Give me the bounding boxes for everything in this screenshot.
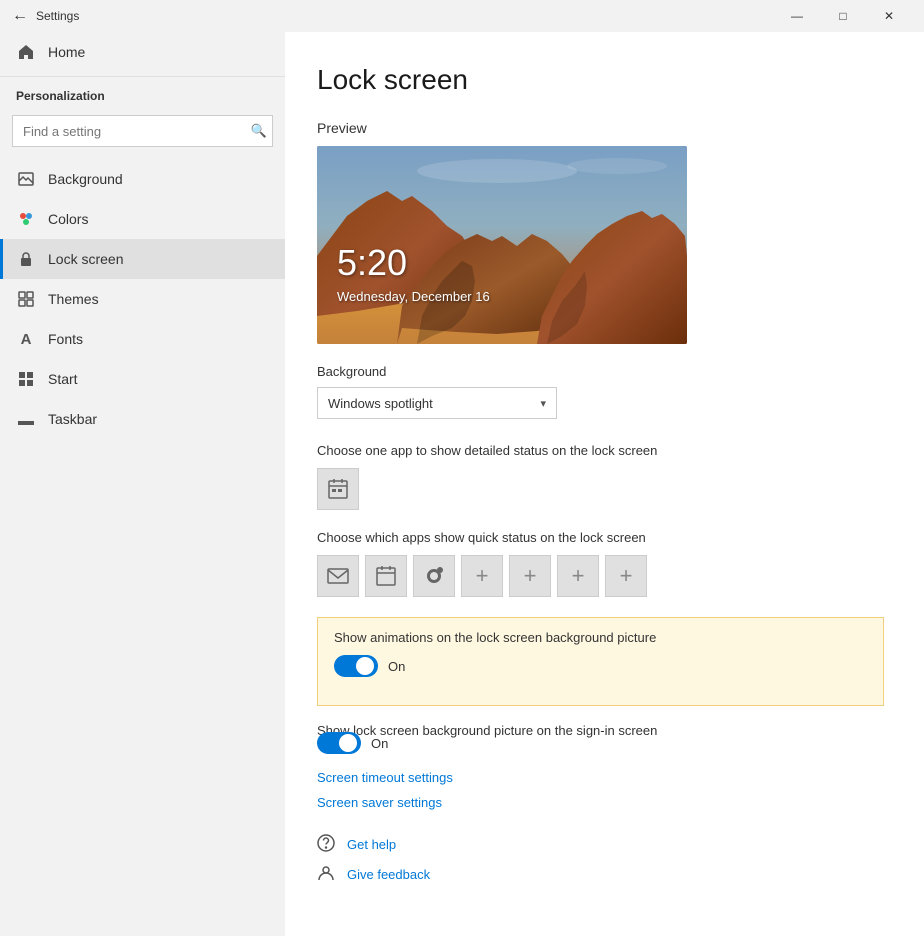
main-container: Home Personalization 🔍 Background (0, 32, 924, 936)
lock-screen-preview: 5:20 Wednesday, December 16 (317, 146, 687, 344)
start-icon (16, 369, 36, 389)
sign-in-toggle[interactable] (317, 732, 361, 754)
add-app-icon-4[interactable]: + (605, 555, 647, 597)
calendar-quick-icon[interactable] (365, 555, 407, 597)
quick-status-icons: + + + + (317, 555, 884, 597)
window-controls: — □ ✕ (774, 0, 912, 32)
mail-icon (327, 568, 349, 584)
dropdown-selected-value: Windows spotlight (328, 396, 433, 411)
sidebar-item-label-lock-screen: Lock screen (48, 251, 123, 267)
themes-icon (16, 289, 36, 309)
animations-toggle-row: On (334, 655, 867, 677)
give-feedback-icon (317, 864, 337, 884)
sidebar-item-fonts[interactable]: A Fonts (0, 319, 285, 359)
back-icon: ← (12, 7, 28, 25)
taskbar-icon (16, 409, 36, 429)
get-help-link[interactable]: Get help (347, 837, 396, 852)
add-app-icon-2[interactable]: + (509, 555, 551, 597)
background-section-label: Background (317, 364, 884, 379)
sidebar-item-home[interactable]: Home (0, 32, 285, 72)
skype-icon (423, 565, 445, 587)
lock-screen-icon (16, 249, 36, 269)
screen-timeout-link[interactable]: Screen timeout settings (317, 770, 884, 785)
fonts-icon: A (16, 329, 36, 349)
lock-date-display: Wednesday, December 16 (337, 289, 490, 304)
chevron-down-icon: ▾ (540, 397, 546, 410)
sidebar-divider (0, 76, 285, 77)
animations-toggle-label: On (388, 659, 405, 674)
sidebar-item-colors[interactable]: Colors (0, 199, 285, 239)
animations-label: Show animations on the lock screen backg… (334, 630, 867, 645)
calendar-quick-svg (375, 565, 397, 587)
sidebar-item-label-start: Start (48, 371, 78, 387)
animations-toggle[interactable] (334, 655, 378, 677)
sidebar-item-lock-screen[interactable]: Lock screen (0, 239, 285, 279)
detailed-status-label: Choose one app to show detailed status o… (317, 443, 884, 458)
animations-toggle-thumb (356, 657, 374, 675)
screen-saver-link[interactable]: Screen saver settings (317, 795, 884, 810)
preview-section: Preview (317, 120, 884, 344)
sidebar-item-themes[interactable]: Themes (0, 279, 285, 319)
get-help-item[interactable]: Get help (317, 834, 884, 854)
quick-status-section: Choose which apps show quick status on t… (317, 530, 884, 597)
sidebar-item-start[interactable]: Start (0, 359, 285, 399)
titlebar: ← Settings — □ ✕ (0, 0, 924, 32)
background-dropdown[interactable]: Windows spotlight ▾ (317, 387, 557, 419)
detailed-status-icons (317, 468, 884, 510)
sidebar-item-label-background: Background (48, 171, 123, 187)
preview-label: Preview (317, 120, 884, 136)
mail-app-icon[interactable] (317, 555, 359, 597)
skype-app-icon[interactable] (413, 555, 455, 597)
minimize-button[interactable]: — (774, 0, 820, 32)
sidebar-item-label-themes: Themes (48, 291, 99, 307)
colors-icon (16, 209, 36, 229)
feedback-icon (317, 864, 335, 882)
background-icon (16, 169, 36, 189)
sidebar-item-background[interactable]: Background (0, 159, 285, 199)
search-container: 🔍 (12, 115, 273, 147)
content-area: Lock screen Preview (285, 32, 924, 936)
sidebar: Home Personalization 🔍 Background (0, 32, 285, 936)
question-icon (317, 834, 335, 852)
detailed-status-section: Choose one app to show detailed status o… (317, 443, 884, 510)
lock-time-display: 5:20 (337, 242, 407, 284)
help-section: Get help Give feedback (317, 834, 884, 884)
sidebar-item-label-colors: Colors (48, 211, 88, 227)
give-feedback-item[interactable]: Give feedback (317, 864, 884, 884)
page-title: Lock screen (317, 64, 884, 96)
give-feedback-link[interactable]: Give feedback (347, 867, 430, 882)
sign-in-toggle-label: On (371, 736, 388, 751)
sidebar-item-label-home: Home (48, 44, 85, 60)
close-button[interactable]: ✕ (866, 0, 912, 32)
sidebar-item-taskbar[interactable]: Taskbar (0, 399, 285, 439)
maximize-button[interactable]: □ (820, 0, 866, 32)
home-icon (16, 42, 36, 62)
sidebar-item-label-fonts: Fonts (48, 331, 83, 347)
animations-section: Show animations on the lock screen backg… (317, 617, 884, 706)
search-button[interactable]: 🔍 (251, 123, 267, 139)
add-app-icon-3[interactable]: + (557, 555, 599, 597)
quick-status-label: Choose which apps show quick status on t… (317, 530, 884, 545)
app-title: Settings (36, 9, 774, 23)
sidebar-item-label-taskbar: Taskbar (48, 411, 97, 427)
get-help-icon (317, 834, 337, 854)
add-app-icon-1[interactable]: + (461, 555, 503, 597)
sidebar-heading: Personalization (0, 81, 285, 109)
sign-in-label: Show lock screen background picture on t… (317, 723, 657, 738)
search-input[interactable] (12, 115, 273, 147)
sign-in-toggle-thumb (339, 734, 357, 752)
calendar-icon (327, 478, 349, 500)
calendar-app-icon[interactable] (317, 468, 359, 510)
